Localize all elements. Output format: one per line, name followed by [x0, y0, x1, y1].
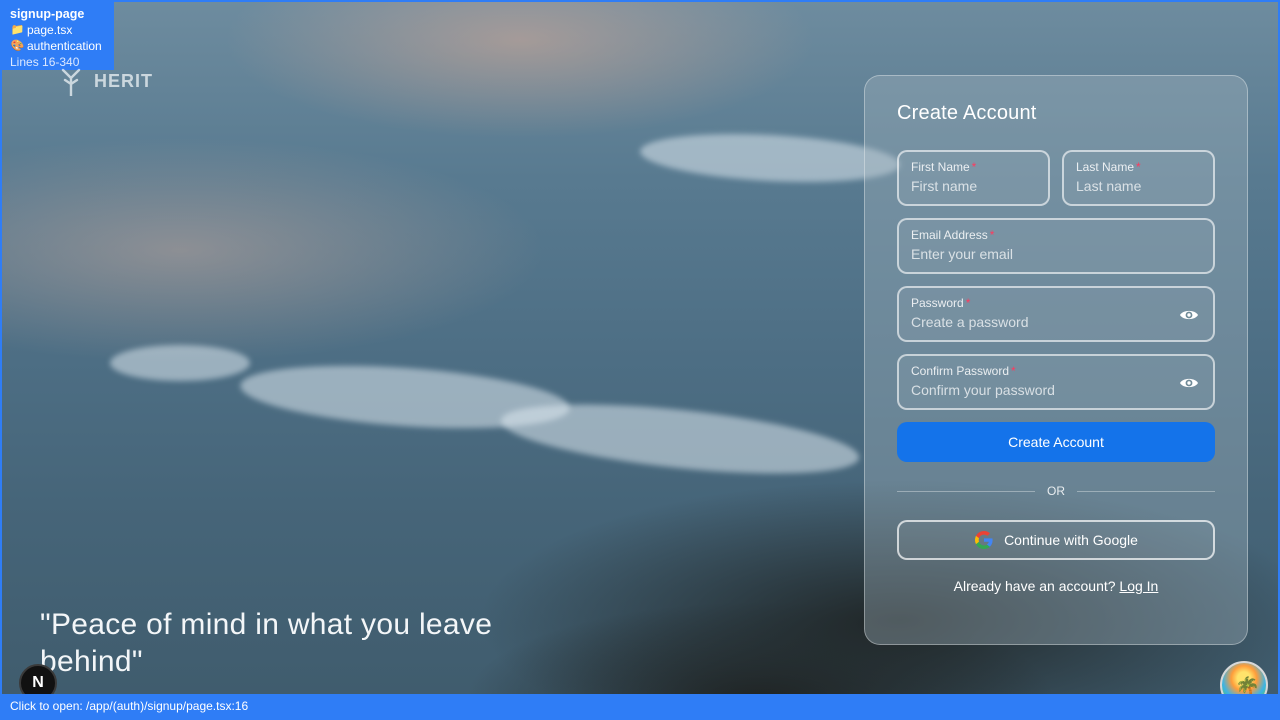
file-row: 📁 page.tsx	[10, 22, 106, 38]
brand-logo[interactable]: HERIT	[58, 66, 153, 96]
signup-card: Create Account First Name* Last Name* Em…	[864, 75, 1248, 645]
palette-icon: 🎨	[10, 40, 25, 52]
google-icon	[975, 531, 993, 549]
password-input[interactable]	[911, 314, 1201, 330]
email-label: Email Address *	[911, 228, 995, 242]
name-row: First Name* Last Name*	[897, 150, 1215, 206]
last-name-input[interactable]	[1076, 178, 1201, 194]
folder-icon: 📁	[10, 24, 25, 36]
component-name: signup-page	[10, 7, 85, 21]
first-name-label: First Name *	[911, 160, 977, 174]
google-button-label: Continue with Google	[1004, 532, 1138, 548]
login-prompt: Already have an account? Log In	[897, 578, 1215, 594]
section-name: authentication	[27, 39, 102, 53]
confirm-password-field[interactable]: Confirm Password *	[897, 354, 1215, 410]
logo-icon	[61, 68, 81, 96]
divider-line	[897, 490, 1035, 492]
email-input[interactable]	[911, 246, 1201, 262]
login-link[interactable]: Log In	[1119, 578, 1158, 594]
section-row: 🎨 authentication	[10, 38, 106, 54]
brand-name: HERIT	[94, 70, 153, 91]
last-name-label: Last Name *	[1076, 160, 1141, 174]
password-label: Password *	[911, 296, 971, 310]
create-account-button[interactable]: Create Account	[897, 422, 1215, 462]
form-title: Create Account	[897, 102, 1037, 124]
dev-inspector-tooltip[interactable]: signup-page 📁 page.tsx 🎨 authentication …	[2, 2, 114, 70]
last-name-field[interactable]: Last Name *	[1062, 150, 1215, 206]
password-field[interactable]: Password *	[897, 286, 1215, 342]
google-signin-button[interactable]: Continue with Google	[897, 520, 1215, 560]
open-file-status-bar[interactable]: Click to open: /app/(auth)/signup/page.t…	[0, 694, 1280, 720]
divider-line	[1077, 490, 1215, 492]
hero-quote: "Peace of mind in what you leave behind"	[40, 608, 493, 678]
first-name-input[interactable]	[911, 178, 1036, 194]
eye-icon[interactable]	[1179, 308, 1199, 322]
file-name: page.tsx	[27, 23, 73, 37]
divider-text: OR	[1047, 484, 1065, 498]
or-divider: OR	[897, 484, 1215, 498]
confirm-password-input[interactable]	[911, 382, 1201, 398]
email-field[interactable]: Email Address *	[897, 218, 1215, 274]
eye-icon[interactable]	[1179, 376, 1199, 390]
first-name-field[interactable]: First Name *	[897, 150, 1050, 206]
login-prompt-text: Already have an account?	[953, 578, 1116, 594]
confirm-password-label: Confirm Password *	[911, 364, 1016, 378]
